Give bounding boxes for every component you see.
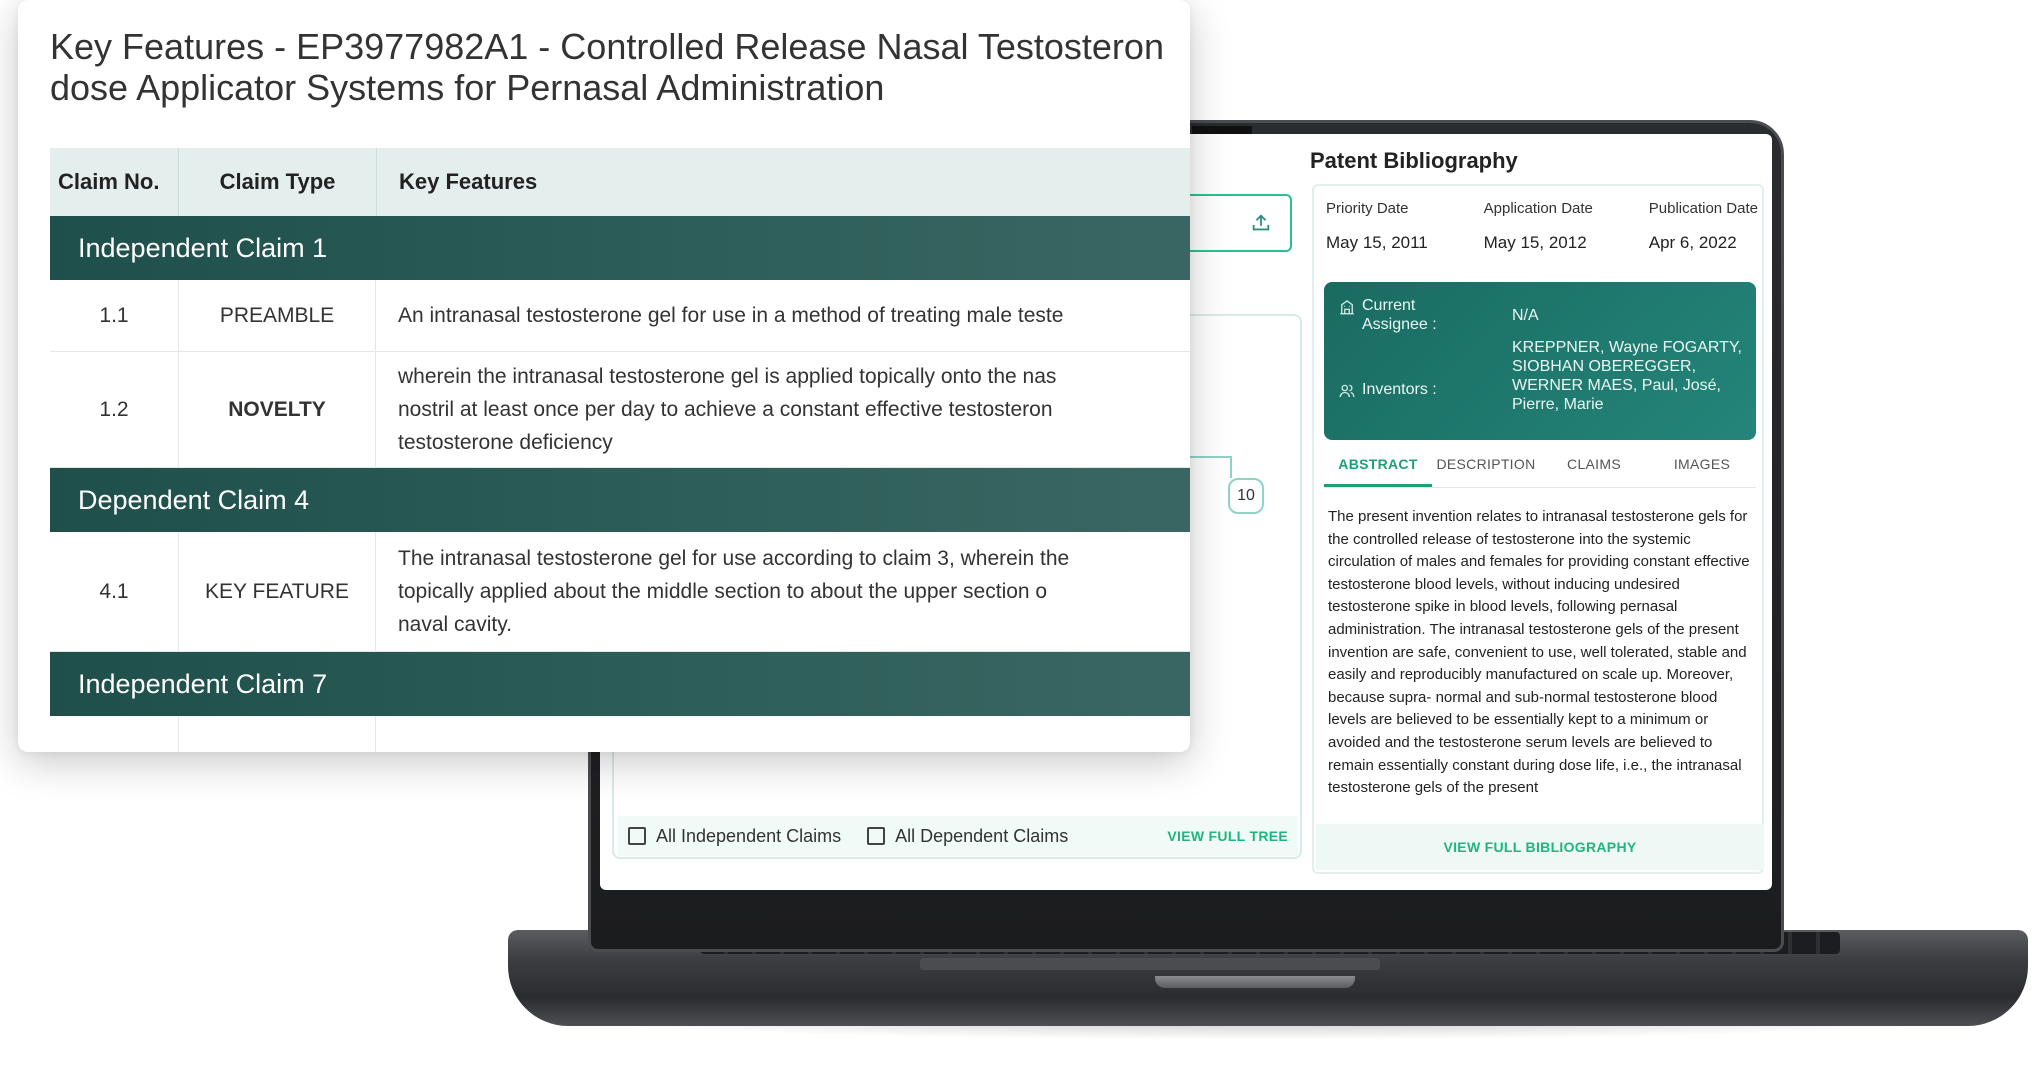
section-independent-claim-7: Independent Claim 7 bbox=[50, 652, 1190, 716]
priority-date-label: Priority Date bbox=[1326, 200, 1409, 217]
claim-type: KEY FEATURE bbox=[178, 532, 376, 651]
claim-number: 1.2 bbox=[99, 397, 129, 421]
publication-date-value: Apr 6, 2022 bbox=[1648, 233, 1737, 252]
application-date-value: May 15, 2012 bbox=[1483, 233, 1587, 252]
all-dependent-checkbox[interactable] bbox=[867, 827, 886, 845]
abstract-text: The present invention relates to intrana… bbox=[1328, 508, 1750, 797]
tab-images[interactable]: IMAGES bbox=[1648, 448, 1756, 487]
building-icon bbox=[1340, 300, 1354, 315]
section-independent-claim-1: Independent Claim 1 bbox=[50, 216, 1190, 280]
key-feature-text: The intranasal testosterone gel for use … bbox=[398, 547, 1070, 636]
tab-description[interactable]: DESCRIPTION bbox=[1432, 448, 1540, 487]
bibliography-title: Patent Bibliography bbox=[1310, 148, 1518, 173]
tab-claims[interactable]: CLAIMS bbox=[1540, 448, 1648, 487]
all-independent-label: All Independent Claims bbox=[656, 825, 842, 846]
dates-row: Priority Date May 15, 2011 Application D… bbox=[1326, 200, 1758, 253]
header-key-features: Key Features bbox=[376, 148, 1190, 216]
all-independent-checkbox[interactable] bbox=[628, 827, 646, 845]
assignee-card: Current Assignee : N/A Inventors : KREPP… bbox=[1324, 282, 1756, 440]
view-full-tree-link[interactable]: VIEW FULL TREE bbox=[1167, 828, 1288, 844]
people-icon bbox=[1339, 384, 1355, 398]
table-row bbox=[50, 716, 1190, 752]
priority-date-value: May 15, 2011 bbox=[1326, 233, 1428, 252]
key-features-card: Key Features - EP3977982A1 - Controlled … bbox=[18, 0, 1190, 752]
table-row: 1.2 NOVELTY wherein the intranasal testo… bbox=[50, 352, 1190, 468]
key-feature-text: An intranasal testosterone gel for use i… bbox=[398, 304, 1064, 327]
bibliography-panel: Priority Date May 15, 2011 Application D… bbox=[1312, 184, 1764, 874]
table-row: 1.1 PREAMBLE An intranasal testosterone … bbox=[50, 280, 1190, 352]
inventors-label: Inventors : bbox=[1362, 381, 1437, 398]
table-header: Claim No. Claim Type Key Features bbox=[50, 148, 1190, 216]
header-claim-no: Claim No. bbox=[58, 169, 160, 194]
header-claim-type: Claim Type bbox=[178, 148, 376, 216]
tree-connector-vertical bbox=[1230, 456, 1232, 478]
assignee-label: Current Assignee : bbox=[1362, 297, 1437, 333]
assignee-value: N/A bbox=[1512, 307, 1539, 324]
key-feature-text: wherein the intranasal testosterone gel … bbox=[398, 365, 1057, 454]
key-features-title: Key Features - EP3977982A1 - Controlled … bbox=[50, 26, 1164, 108]
tree-node[interactable]: 10 bbox=[1228, 478, 1264, 514]
inventors-value: KREPPNER, Wayne FOGARTY, SIOBHAN OBEREGG… bbox=[1512, 339, 1742, 413]
bibliography-tabs: ABSTRACT DESCRIPTION CLAIMS IMAGES bbox=[1324, 448, 1756, 488]
tab-abstract[interactable]: ABSTRACT bbox=[1324, 448, 1432, 487]
table-row: 4.1 KEY FEATURE The intranasal testoster… bbox=[50, 532, 1190, 652]
claim-type: PREAMBLE bbox=[178, 280, 376, 351]
key-features-table: Claim No. Claim Type Key Features Indepe… bbox=[50, 148, 1190, 752]
view-full-bibliography-button[interactable]: VIEW FULL BIBLIOGRAPHY bbox=[1316, 824, 1764, 870]
all-dependent-label: All Dependent Claims bbox=[895, 825, 1069, 846]
claim-type: NOVELTY bbox=[178, 352, 376, 467]
publication-date-label: Publication Date bbox=[1648, 200, 1758, 217]
laptop-hinge bbox=[1155, 976, 1355, 988]
claim-number: 1.1 bbox=[99, 303, 129, 327]
application-date-label: Application Date bbox=[1483, 200, 1593, 217]
section-dependent-claim-4: Dependent Claim 4 bbox=[50, 468, 1190, 532]
laptop-trackpad bbox=[920, 958, 1380, 970]
claim-tree-footer: All Independent Claims All Dependent Cla… bbox=[618, 816, 1298, 856]
upload-icon bbox=[1252, 214, 1270, 231]
claim-number: 4.1 bbox=[99, 579, 129, 603]
